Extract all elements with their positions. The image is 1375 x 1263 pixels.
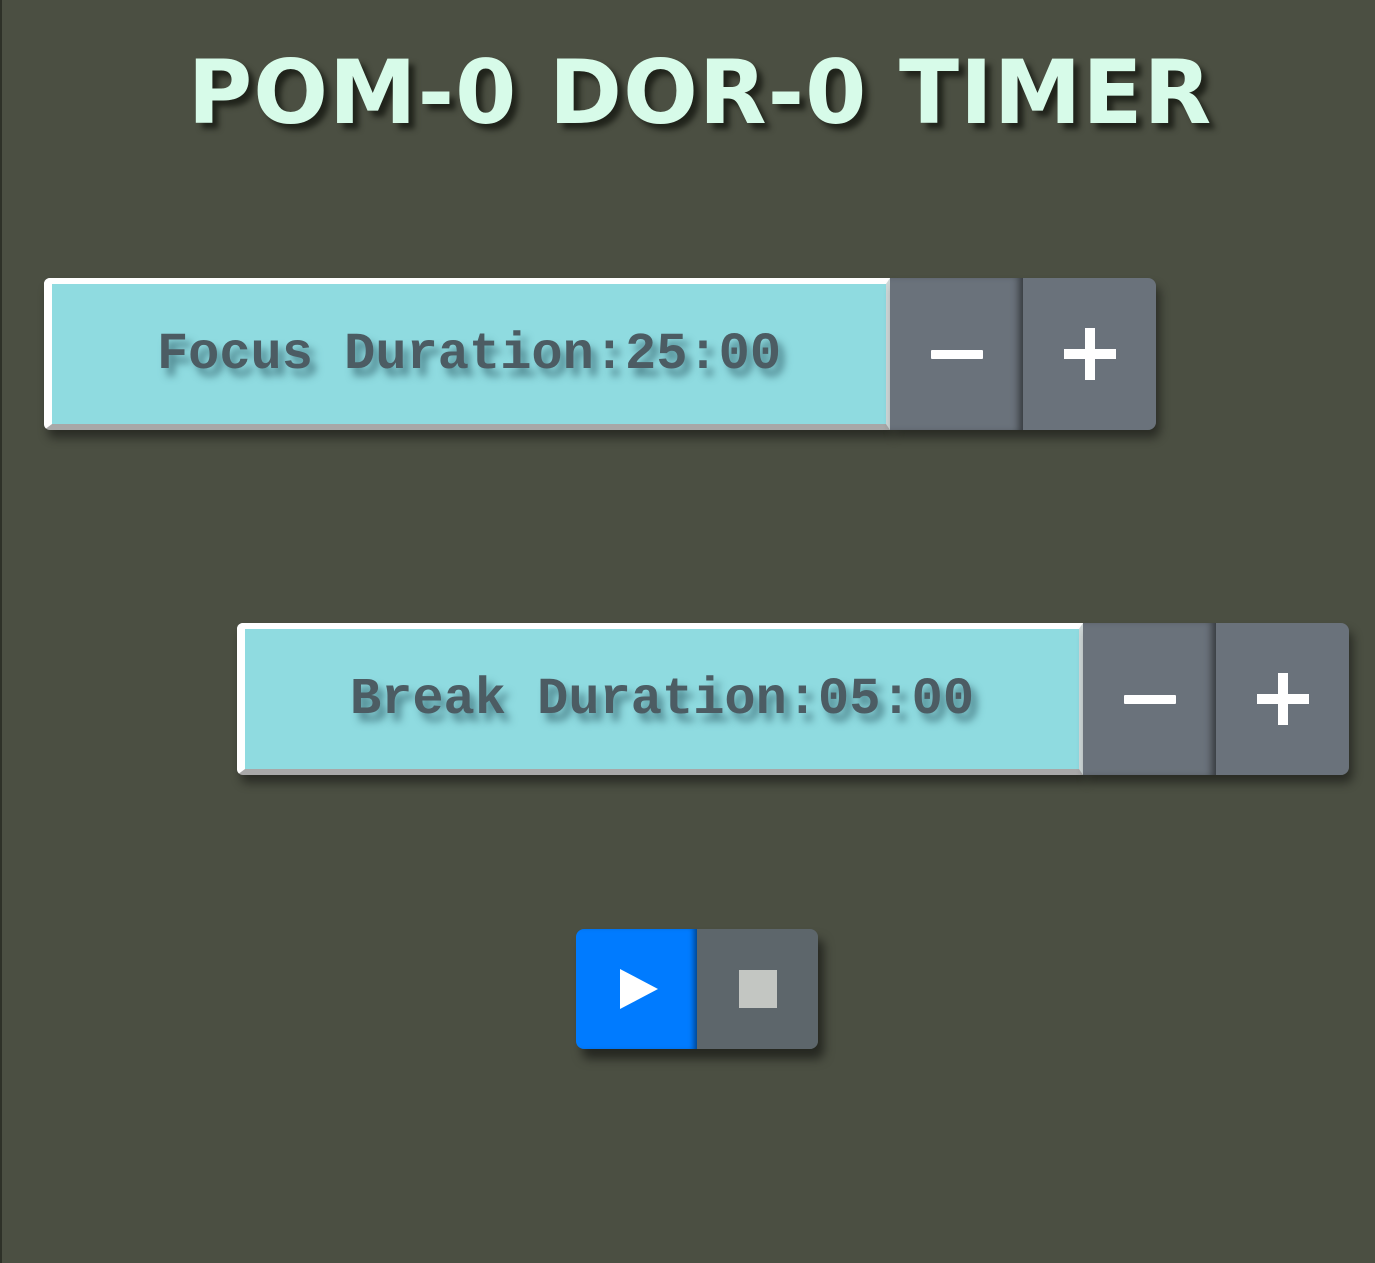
- focus-decrement-button[interactable]: [890, 278, 1023, 430]
- break-duration-row: Break Duration: 05:00: [237, 623, 1349, 775]
- break-duration-display: Break Duration: 05:00: [237, 623, 1083, 775]
- timer-controls: [576, 929, 818, 1049]
- focus-duration-display: Focus Duration: 25:00: [44, 278, 890, 430]
- plus-icon: [1256, 673, 1309, 725]
- focus-duration-label: Focus Duration:: [156, 324, 626, 384]
- page-left-edge: [0, 0, 2, 1263]
- plus-icon: [1063, 328, 1116, 380]
- focus-duration-row: Focus Duration: 25:00: [44, 278, 1156, 430]
- play-button[interactable]: [576, 929, 697, 1049]
- focus-duration-stepper: [890, 278, 1156, 430]
- break-duration-stepper: [1083, 623, 1349, 775]
- break-duration-label: Break Duration:: [349, 669, 819, 729]
- minus-icon: [1123, 694, 1176, 704]
- app-title: POM-0 DOR-0 TIMER: [187, 41, 1213, 144]
- break-duration-value: 05:00: [818, 669, 975, 729]
- break-increment-button[interactable]: [1216, 623, 1349, 775]
- focus-increment-button[interactable]: [1023, 278, 1156, 430]
- play-icon: [619, 969, 658, 1009]
- minus-icon: [930, 349, 983, 359]
- stop-icon: [738, 970, 777, 1008]
- focus-duration-value: 25:00: [625, 324, 782, 384]
- break-decrement-button[interactable]: [1083, 623, 1216, 775]
- stop-button[interactable]: [697, 929, 818, 1049]
